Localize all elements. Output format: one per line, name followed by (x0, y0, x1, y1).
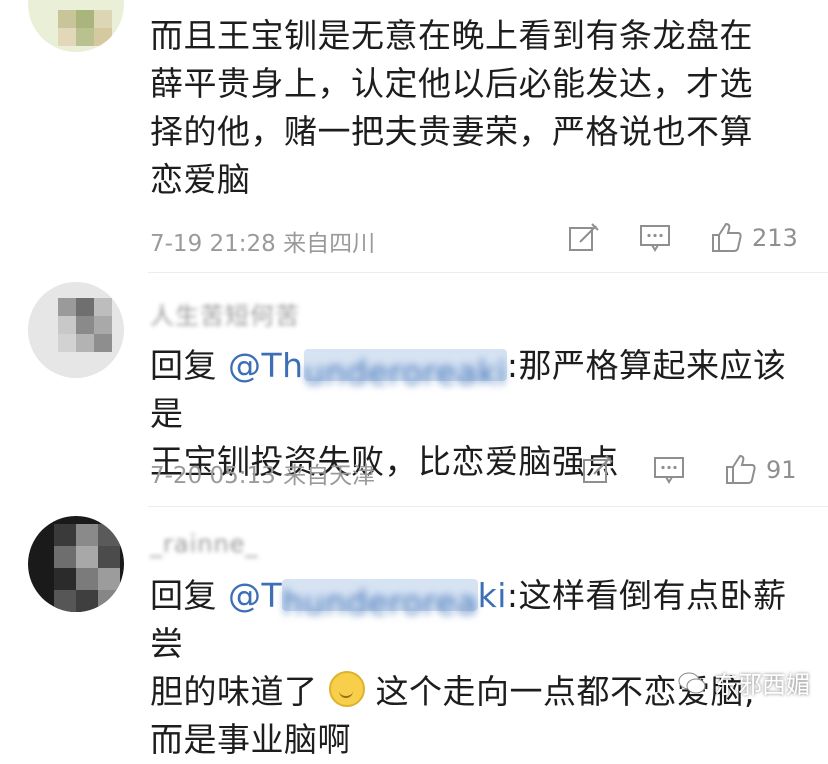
mention-link[interactable]: @Thunderoreaki (228, 346, 507, 392)
timestamp: 7-19 21:28 (150, 231, 276, 257)
mention-link[interactable]: @Thunderoreaki (228, 576, 507, 622)
like-icon[interactable] (710, 220, 744, 260)
edit-icon[interactable] (580, 452, 614, 492)
avatar[interactable] (28, 282, 124, 378)
emoji-icon (328, 671, 365, 707)
watermark: 东邪西媚 (678, 665, 810, 700)
divider (148, 506, 828, 507)
edit-icon[interactable] (566, 220, 600, 260)
comment-icon[interactable] (638, 220, 672, 260)
username[interactable]: _rainne_ (150, 530, 258, 558)
comment-meta: 7-19 21:28 来自四川 213 (150, 218, 800, 258)
wechat-icon (678, 671, 706, 695)
like-icon[interactable] (724, 452, 758, 492)
location: 来自四川 (283, 231, 376, 257)
divider (148, 272, 828, 273)
comment-meta: 7-20 05:13 来自天津 91 (150, 450, 800, 490)
comment-text: 而且王宝钏是无意在晚上看到有条龙盘在 薛平贵身上，认定他以后必能发达，才选 择的… (150, 16, 753, 199)
username[interactable]: 人生苦短何苦 (150, 296, 300, 331)
timestamp: 7-20 05:13 (150, 463, 276, 489)
like-count: 91 (766, 456, 797, 484)
avatar[interactable] (28, 516, 124, 612)
location: 来自天津 (283, 463, 376, 489)
comment-icon[interactable] (652, 452, 686, 492)
like-count: 213 (752, 224, 798, 252)
avatar[interactable] (28, 0, 124, 52)
